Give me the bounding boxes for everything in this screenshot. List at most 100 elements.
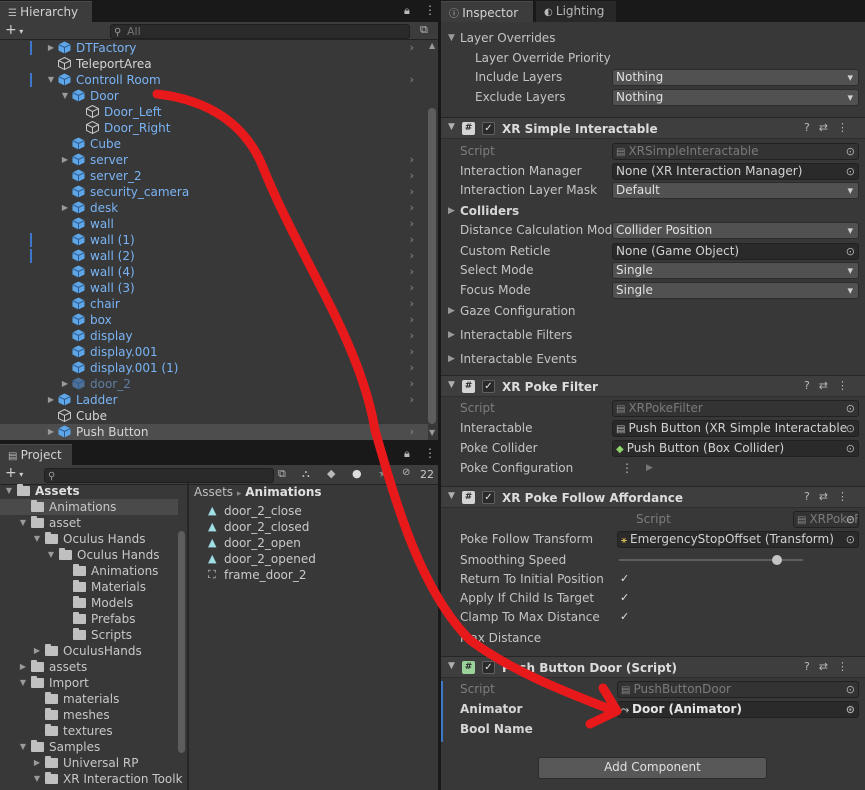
folder-tree-item[interactable]: Prefabs (0, 611, 178, 627)
component-enabled-checkbox[interactable]: ✓ (482, 122, 495, 135)
hierarchy-item[interactable]: display.001 › (0, 344, 428, 360)
horizontal-divider[interactable] (0, 440, 438, 443)
property-field[interactable]: Nothing (612, 89, 859, 106)
hierarchy-item[interactable]: ▼ Door (0, 88, 428, 104)
chevron-right-icon[interactable]: › (410, 376, 414, 392)
chevron-down-icon[interactable]: ▼ (4, 483, 14, 499)
xr-simple-interactable-header[interactable]: ▼ # ✓ XR Simple Interactable ?⇄⋮ (441, 117, 865, 139)
chevron-down-icon[interactable]: ▼ (18, 515, 28, 531)
tab-project[interactable]: ▤ Project (0, 444, 72, 465)
chevron-down-icon[interactable]: ▼ (60, 88, 70, 104)
chevron-down-icon[interactable]: ▼ (32, 531, 42, 547)
chevron-right-icon[interactable]: › (410, 392, 414, 408)
chevron-right-icon[interactable]: ▶ (60, 376, 70, 392)
component-enabled-checkbox[interactable]: ✓ (482, 380, 495, 393)
chevron-down-icon[interactable]: ▼ (46, 547, 56, 563)
chevron-right-icon[interactable]: ▶ (32, 643, 42, 659)
hierarchy-item[interactable]: chair › (0, 296, 428, 312)
chevron-right-icon[interactable]: ▶ (448, 302, 455, 321)
property-field[interactable]: Default (612, 182, 859, 199)
tab-lighting[interactable]: ◐ Lighting (536, 1, 616, 22)
folder-tree-item[interactable]: Models (0, 595, 178, 611)
tab-hierarchy[interactable]: ☰ Hierarchy (0, 1, 92, 22)
property-field[interactable]: Nothing (612, 69, 859, 86)
chevron-right-icon[interactable]: › (410, 200, 414, 216)
component-header-icons[interactable]: ?⇄⋮ (804, 490, 857, 503)
hierarchy-item[interactable]: Door_Left (0, 104, 428, 120)
hierarchy-item[interactable]: wall › (0, 216, 428, 232)
folder-tree-item[interactable]: ▼ asset (0, 515, 178, 531)
chevron-right-icon[interactable]: ▶ (46, 40, 56, 56)
folder-tree-item[interactable]: meshes (0, 707, 178, 723)
folder-tree-item[interactable]: ▼ Import (0, 675, 178, 691)
chevron-right-icon[interactable]: ▶ (60, 200, 70, 216)
property-field[interactable]: Collider Position (612, 222, 859, 239)
folder-tree-item[interactable]: textures (0, 723, 178, 739)
hierarchy-item[interactable]: box › (0, 312, 428, 328)
chevron-right-icon[interactable]: › (410, 280, 414, 296)
chevron-down-icon[interactable]: ▼ (46, 72, 56, 88)
filter-label-icon[interactable]: ◆ (327, 467, 335, 480)
property-field[interactable]: Single (612, 262, 859, 279)
folder-tree-item[interactable]: ▼ Samples (0, 739, 178, 755)
asset-file-item[interactable]: ▲ door_2_opened (190, 551, 438, 567)
tab-inspector[interactable]: ⓘ Inspector (441, 1, 533, 22)
add-component-button[interactable]: Add Component (538, 757, 767, 779)
component-header-icons[interactable]: ?⇄⋮ (804, 660, 857, 673)
folder-tree-item[interactable]: Animations (0, 499, 178, 515)
folder-tree-item[interactable]: ▼ Oculus Hands (0, 547, 178, 563)
hidden-packages-icon[interactable]: ⊘ (402, 467, 410, 478)
chevron-right-icon[interactable]: ▶ (18, 659, 28, 675)
chevron-down-icon[interactable]: ▼ (18, 739, 28, 755)
chevron-right-icon[interactable]: › (410, 296, 414, 312)
component-enabled-checkbox[interactable]: ✓ (482, 491, 495, 504)
chevron-right-icon[interactable]: › (410, 360, 414, 376)
expand-arrow-icon[interactable]: ▶ (646, 459, 653, 478)
folder-tree-item[interactable]: ▶ Universal RP (0, 755, 178, 771)
breadcrumb-assets[interactable]: Assets (194, 485, 233, 499)
property-field[interactable]: ▤ Push Button (XR Simple Interactable (612, 420, 859, 437)
lock-icon[interactable]: 🔒︎ (404, 4, 410, 18)
folder-tree-item[interactable]: materials (0, 691, 178, 707)
folder-tree-item[interactable]: ▶ OculusHands (0, 643, 178, 659)
chevron-right-icon[interactable]: › (410, 328, 414, 344)
chevron-right-icon[interactable]: ▶ (448, 202, 455, 221)
chevron-down-icon[interactable]: ▼ (32, 771, 42, 787)
property-field[interactable]: ⚹ EmergencyStopOffset (Transform) (617, 531, 859, 548)
hierarchy-item[interactable]: wall (2) › (0, 248, 428, 264)
scroll-up-icon[interactable]: ▲ (429, 41, 435, 50)
hierarchy-item[interactable]: wall (4) › (0, 264, 428, 280)
hierarchy-item[interactable]: ▶ desk › (0, 200, 428, 216)
hierarchy-item[interactable]: ▶ server › (0, 152, 428, 168)
chevron-right-icon[interactable]: ▶ (60, 152, 70, 168)
more-menu-icon[interactable]: ⋮ (424, 3, 436, 17)
folder-tree-item[interactable]: Scripts (0, 627, 178, 643)
chevron-right-icon[interactable]: › (410, 312, 414, 328)
folder-tree-item[interactable]: ▼ Oculus Hands (0, 531, 178, 547)
chevron-right-icon[interactable]: › (410, 232, 414, 248)
xr-poke-follow-affordance-header[interactable]: ▼ # ✓ XR Poke Follow Affordance ?⇄⋮ (441, 486, 865, 508)
chevron-right-icon[interactable]: › (410, 248, 414, 264)
chevron-right-icon[interactable]: › (410, 184, 414, 200)
checkbox[interactable]: ✓ (620, 611, 632, 623)
folder-tree-item[interactable]: ▼ XR Interaction Toolk (0, 771, 183, 787)
chevron-right-icon[interactable]: ▶ (46, 424, 56, 440)
hierarchy-item[interactable]: ▶ DTFactory › (0, 40, 428, 56)
add-object-button[interactable]: + ▾ (5, 22, 23, 38)
asset-file-item[interactable]: ▲ door_2_open (190, 535, 438, 551)
property-field[interactable]: Single (612, 282, 859, 299)
hierarchy-item[interactable]: ▼ Controll Room › (0, 72, 428, 88)
hierarchy-item[interactable]: display › (0, 328, 428, 344)
checkbox[interactable]: ✓ (620, 592, 632, 604)
hierarchy-item[interactable]: ▶ door_2 › (0, 376, 428, 392)
folder-tree-item[interactable]: Animations (0, 563, 178, 579)
property-field[interactable]: None (Game Object) (612, 243, 859, 260)
chevron-right-icon[interactable]: › (410, 344, 414, 360)
breadcrumb-animations[interactable]: Animations (245, 485, 321, 499)
hierarchy-item[interactable]: wall (1) › (0, 232, 428, 248)
hierarchy-item[interactable]: ▶ Push Button › (0, 424, 428, 440)
chevron-right-icon[interactable]: › (410, 152, 414, 168)
hierarchy-scrollbar[interactable] (428, 108, 436, 424)
hierarchy-item[interactable]: TeleportArea (0, 56, 428, 72)
chevron-right-icon[interactable]: ▶ (32, 755, 42, 771)
